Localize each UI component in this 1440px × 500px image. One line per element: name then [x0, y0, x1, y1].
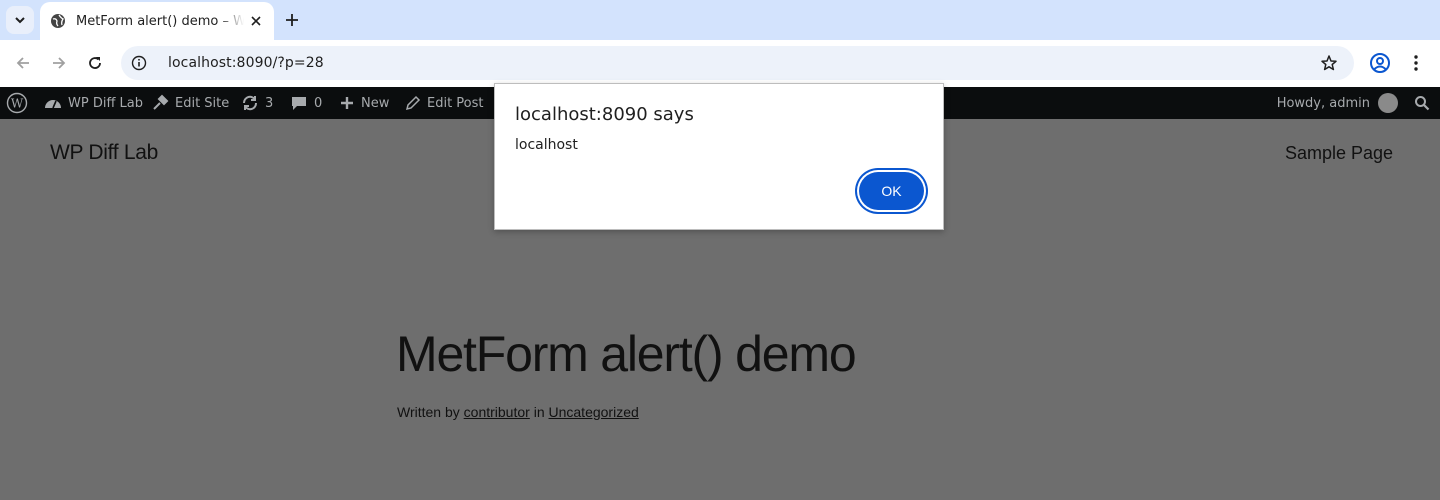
admin-bar-new[interactable]: New	[339, 87, 389, 119]
arrow-right-icon	[53, 57, 66, 69]
nav-item-sample-page[interactable]: Sample Page	[1285, 143, 1393, 164]
admin-bar-comments[interactable]: 0	[290, 87, 322, 119]
arrow-left-icon	[16, 57, 29, 69]
admin-bar-account[interactable]: Howdy, admin	[1277, 87, 1440, 119]
edit-post-label: Edit Post	[427, 95, 484, 111]
pencil-icon	[405, 95, 421, 111]
svg-text:W: W	[11, 97, 24, 111]
browser-toolbar: localhost:8090/?p=28	[0, 40, 1440, 87]
tab-search-button[interactable]	[6, 6, 34, 34]
ok-button[interactable]: OK	[859, 172, 924, 210]
tab-strip: MetForm alert() demo – WP Diff Lab	[0, 0, 1440, 40]
byline-in: in	[533, 404, 545, 420]
admin-bar-edit-site[interactable]: Edit Site	[151, 87, 229, 119]
reload-button[interactable]	[82, 50, 108, 76]
comment-icon	[292, 97, 306, 110]
dialog-heading: localhost:8090 says	[515, 104, 694, 125]
back-button[interactable]	[10, 50, 36, 76]
author-link[interactable]: contributor	[464, 404, 530, 420]
plus-icon	[341, 97, 353, 109]
admin-bar-site-name: WP Diff Lab	[68, 95, 143, 111]
search-icon[interactable]	[1414, 95, 1430, 111]
post-title: MetForm alert() demo	[396, 326, 857, 382]
dialog-message: localhost	[515, 137, 578, 153]
updates-count: 3	[265, 95, 274, 111]
alert-dialog: localhost:8090 says localhost OK	[494, 83, 944, 230]
howdy-text: Howdy, admin	[1276, 95, 1370, 111]
brush-icon	[153, 94, 169, 110]
close-icon[interactable]	[248, 13, 264, 29]
forward-button[interactable]	[46, 50, 72, 76]
avatar	[1378, 93, 1398, 113]
new-tab-button[interactable]	[280, 8, 304, 32]
comments-count: 0	[314, 95, 323, 111]
site-title[interactable]: WP Diff Lab	[50, 141, 158, 165]
wordpress-logo-icon[interactable]: W	[6, 87, 34, 119]
profile-icon[interactable]	[1368, 51, 1392, 75]
tab-title: MetForm alert() demo – WP Diff Lab	[76, 13, 244, 29]
reload-icon	[89, 57, 101, 69]
chevron-down-icon	[15, 17, 25, 24]
kebab-menu-icon[interactable]	[1406, 51, 1426, 75]
admin-bar-edit-post[interactable]: Edit Post	[405, 87, 484, 119]
admin-bar-site[interactable]: WP Diff Lab	[44, 87, 143, 119]
globe-icon	[50, 13, 66, 29]
post-byline: Written by contributor in Uncategorized	[397, 404, 639, 420]
plus-icon	[286, 14, 298, 26]
updates-icon	[242, 95, 258, 111]
address-bar[interactable]: localhost:8090/?p=28	[121, 46, 1354, 80]
category-link[interactable]: Uncategorized	[549, 404, 639, 420]
new-label: New	[361, 95, 390, 111]
admin-bar-updates[interactable]: 3	[241, 87, 273, 119]
star-icon[interactable]	[1320, 54, 1338, 72]
dashboard-icon	[45, 100, 61, 109]
byline-prefix: Written by	[397, 404, 460, 420]
browser-tab[interactable]: MetForm alert() demo – WP Diff Lab	[40, 2, 274, 40]
site-info-icon[interactable]	[131, 55, 147, 71]
url-text: localhost:8090/?p=28	[168, 55, 324, 71]
edit-site-label: Edit Site	[175, 95, 230, 111]
